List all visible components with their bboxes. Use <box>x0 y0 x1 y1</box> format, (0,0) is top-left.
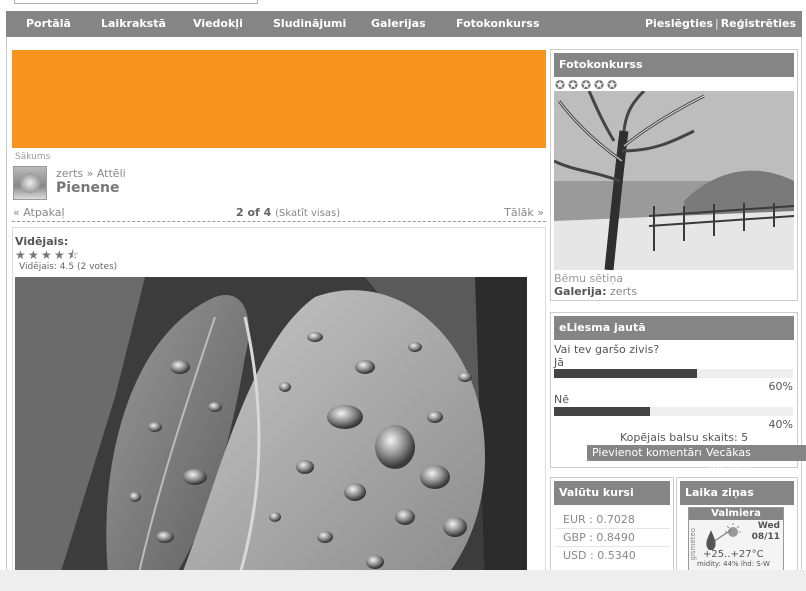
owner-avatar[interactable] <box>13 166 47 200</box>
pager-position: 2 of 4 (Skatīt visas) <box>236 206 340 219</box>
album-link[interactable]: Attēli <box>97 167 126 180</box>
weather-meta: midity: 44% ihd: S-W <box>697 560 770 568</box>
fotokonkurss-stars[interactable]: ✪ ✪ ✪ ✪ ✪ <box>555 79 619 91</box>
half-star-icon[interactable]: ⯪ <box>67 249 79 261</box>
rating-summary: Vidējais: 4.5 (2 votes) <box>19 262 118 272</box>
nav-item-laikraksta[interactable]: Laikrakstā <box>101 11 166 37</box>
leaf-photo-graphic <box>15 277 527 591</box>
poll-option-percent: 60% <box>768 380 793 393</box>
owner-separator: » <box>86 167 94 180</box>
currency-rate: EUR : 0.7028 <box>563 513 635 526</box>
weather-date: 08/11 <box>751 532 780 542</box>
ad-banner[interactable] <box>12 50 546 148</box>
rating-stars[interactable]: ★ ★ ★ ★ ⯪ <box>15 249 79 261</box>
poll-bar <box>554 369 793 378</box>
poll-option-percent: 40% <box>768 418 793 431</box>
star-icon[interactable]: ✪ <box>594 79 606 91</box>
page-title: Pienene <box>56 180 120 196</box>
divider <box>555 528 670 529</box>
poll-bar-fill <box>554 407 650 416</box>
main-nav: Portālā Laikrakstā Viedokļi Sludinājumi … <box>6 11 802 37</box>
owner-link[interactable]: zerts <box>56 167 83 180</box>
nav-item-portala[interactable]: Portālā <box>26 11 71 37</box>
weather-widget[interactable]: Valmiera gismeteo Wed 08/11 +25..+27°C m… <box>688 507 784 577</box>
login-link[interactable]: Pieslēgties <box>645 17 713 30</box>
star-icon[interactable]: ✪ <box>568 79 580 91</box>
divider <box>555 546 670 547</box>
currency-header: Valūtu kursi <box>554 481 670 505</box>
add-comment-button[interactable]: Pievienot komentāru <box>587 445 711 461</box>
prev-link[interactable]: « Atpakaļ <box>13 206 65 219</box>
register-link[interactable]: Reģistrēties <box>721 17 796 30</box>
photo-owner-line: zerts » Attēli <box>56 167 126 180</box>
gallery-label: Galerija: <box>554 285 607 298</box>
star-icon[interactable]: ★ <box>41 249 53 261</box>
top-strip <box>0 0 806 11</box>
star-icon[interactable]: ✪ <box>581 79 593 91</box>
weather-city: Valmiera <box>689 508 783 520</box>
auth-links: Pieslēgties | Reģistrēties <box>645 11 796 37</box>
nav-item-galerijas[interactable]: Galerijas <box>371 11 426 37</box>
fotokonkurss-gallery: Galerija: zerts <box>554 285 637 298</box>
winter-photo-graphic <box>554 91 794 270</box>
poll-option-label[interactable]: Nē <box>554 393 569 406</box>
poll-header: eLiesma jautā <box>554 316 794 340</box>
next-link[interactable]: Tālāk » <box>504 206 544 219</box>
fotokonkurss-image-title[interactable]: Bēmu sētiņa <box>554 272 623 285</box>
photo-pager: « Atpakaļ 2 of 4 (Skatīt visas) Tālāk » <box>12 206 546 222</box>
currency-rate: USD : 0.5340 <box>563 549 636 562</box>
search-box[interactable] <box>14 0 258 4</box>
weather-day: Wed <box>757 521 780 531</box>
star-icon[interactable]: ✪ <box>607 79 619 91</box>
weather-brand: gismeteo <box>689 528 697 561</box>
nav-item-fotokonkurss[interactable]: Fotokonkurss <box>456 11 540 37</box>
poll-bar <box>554 407 793 416</box>
rating-label: Vidējais: <box>15 235 69 248</box>
star-icon[interactable]: ★ <box>54 249 66 261</box>
main-photo[interactable] <box>15 277 527 591</box>
older-polls-button[interactable]: Vecākas aptaujas <box>701 445 806 475</box>
pager-count: 2 of 4 <box>236 206 272 219</box>
weather-header: Laika ziņas <box>680 481 794 505</box>
poll-question: Vai tev garšo zivis? <box>554 343 660 356</box>
breadcrumb[interactable]: Sākums <box>15 152 50 162</box>
view-all-link[interactable]: (Skatīt visas) <box>275 208 340 219</box>
star-icon[interactable]: ✪ <box>555 79 567 91</box>
poll-total: Kopējais balsu skaits: 5 <box>620 431 749 444</box>
sun-cloud-icon <box>706 523 741 550</box>
weather-temp: +25..+27°C <box>703 549 764 560</box>
currency-rate: GBP : 0.8490 <box>563 531 635 544</box>
fotokonkurss-image[interactable] <box>554 91 794 270</box>
poll-option-label[interactable]: Jā <box>554 356 564 369</box>
nav-item-sludinajumi[interactable]: Sludinājumi <box>273 11 346 37</box>
fotokonkurss-header: Fotokonkurss <box>554 53 794 77</box>
star-icon[interactable]: ★ <box>28 249 40 261</box>
gallery-link[interactable]: zerts <box>610 285 637 298</box>
star-icon[interactable]: ★ <box>15 249 27 261</box>
poll-bar-fill <box>554 369 698 378</box>
bottom-strip <box>0 570 806 591</box>
auth-separator: | <box>714 17 719 30</box>
nav-item-viedokli[interactable]: Viedokļi <box>193 11 243 37</box>
